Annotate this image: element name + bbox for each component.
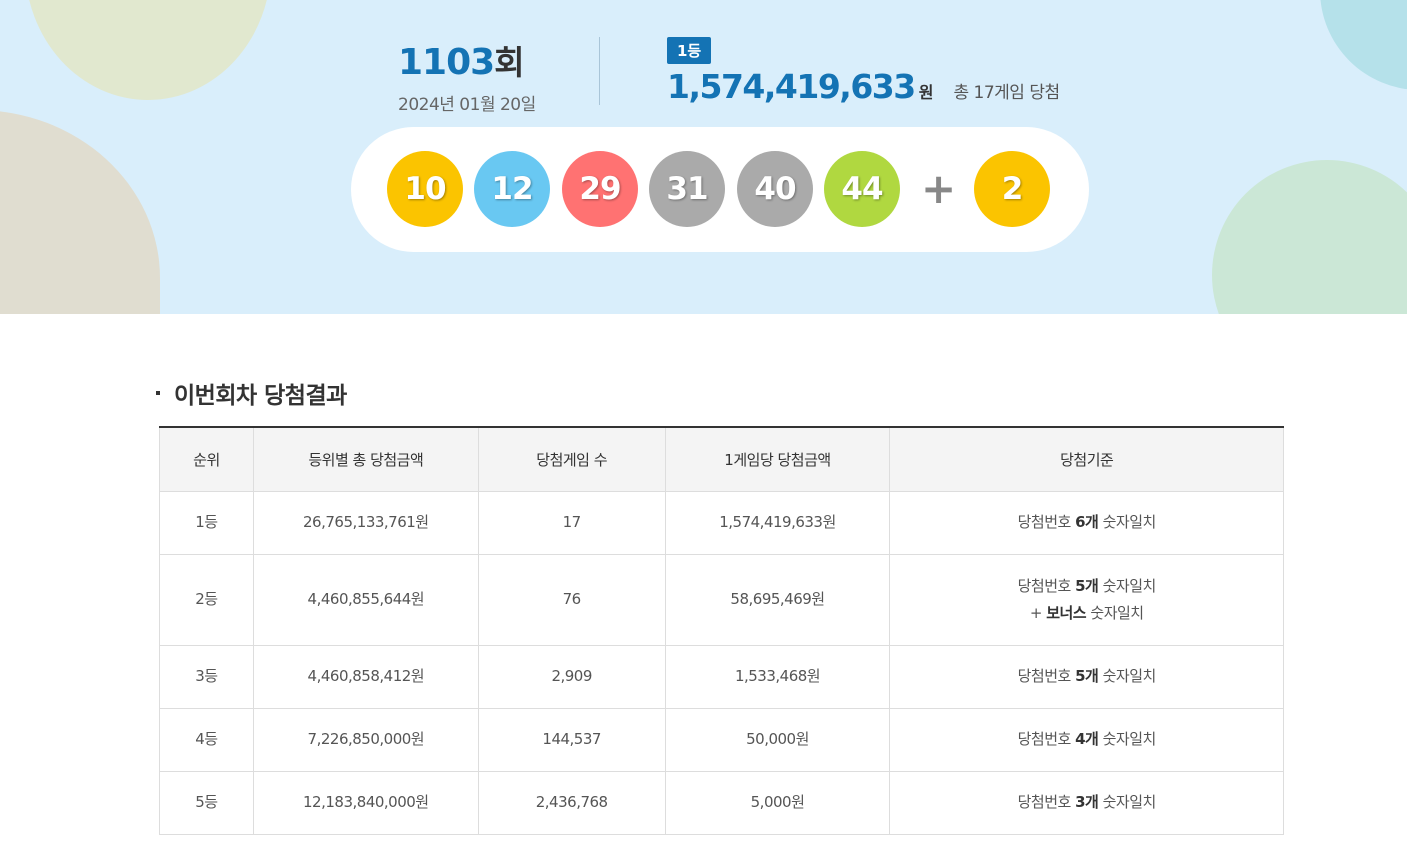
criteria-text: 숫자일치 <box>1102 667 1157 685</box>
decor-blob <box>0 110 160 314</box>
col-header-total-prize: 등위별 총 당첨금액 <box>252 427 479 492</box>
criteria-text: 숫자일치 <box>1090 603 1144 622</box>
decor-circle <box>1212 160 1407 314</box>
criteria-text: 숫자일치 <box>1102 793 1157 811</box>
draw-hero-banner: 1103 회 2024년 01월 20일 1등 1,574,419,633 원 … <box>0 0 1407 314</box>
decor-circle <box>25 0 271 100</box>
per-game-prize-cell: 1,533,468원 <box>664 644 891 709</box>
winning-games-cell: 17 <box>477 490 666 555</box>
criteria-cell: 당첨번호 5개 숫자일치 <box>889 644 1284 709</box>
first-prize-amount: 1,574,419,633 <box>667 67 916 106</box>
col-header-per-game-prize: 1게임당 당첨금액 <box>664 427 891 492</box>
divider <box>599 37 600 105</box>
total-prize-cell: 12,183,840,000원 <box>252 770 479 835</box>
per-game-prize-cell: 58,695,469원 <box>664 553 891 646</box>
per-game-prize-cell: 1,574,419,633원 <box>664 490 891 555</box>
col-header-winning-games: 당첨게임 수 <box>477 427 666 492</box>
table-row: 5등 12,183,840,000원 2,436,768 5,000원 당첨번호… <box>159 770 1284 835</box>
round-info: 1103 회 2024년 01월 20일 <box>398 36 536 115</box>
section-title: 이번회차 당첨결과 <box>156 376 347 410</box>
criteria-count: 4개 <box>1075 730 1099 748</box>
col-header-criteria: 당첨기준 <box>889 427 1284 492</box>
total-prize-cell: 4,460,858,412원 <box>252 644 479 709</box>
criteria-text: 당첨번호 <box>1017 730 1072 748</box>
winning-games-cell: 76 <box>477 553 666 646</box>
rank-cell: 4등 <box>159 707 254 772</box>
criteria-text: 숫자일치 <box>1102 576 1157 595</box>
rank-cell: 5등 <box>159 770 254 835</box>
criteria-text: 당첨번호 <box>1017 576 1072 595</box>
table-row: 4등 7,226,850,000원 144,537 50,000원 당첨번호 4… <box>159 707 1284 772</box>
criteria-cell: 당첨번호 5개 숫자일치 + 보너스 숫자일치 <box>889 553 1284 646</box>
col-header-rank: 순위 <box>159 427 254 492</box>
round-suffix: 회 <box>494 43 525 82</box>
winning-games-cell: 2,436,768 <box>477 770 666 835</box>
winning-ball: 10 <box>387 151 463 227</box>
criteria-count: 5개 <box>1075 576 1099 595</box>
first-prize-badge: 1등 <box>667 37 712 64</box>
rank-cell: 2등 <box>159 553 254 646</box>
first-prize-info: 1등 1,574,419,633 원 총 17게임 당첨 <box>667 37 1060 106</box>
bullet-icon <box>156 391 160 395</box>
winning-ball: 31 <box>649 151 725 227</box>
rank-cell: 3등 <box>159 644 254 709</box>
section-title-text: 이번회차 당첨결과 <box>174 383 347 409</box>
table-row: 2등 4,460,855,644원 76 58,695,469원 당첨번호 5개… <box>159 553 1284 646</box>
criteria-count: 6개 <box>1075 513 1099 531</box>
criteria-cell: 당첨번호 4개 숫자일치 <box>889 707 1284 772</box>
per-game-prize-cell: 5,000원 <box>664 770 891 835</box>
per-game-prize-cell: 50,000원 <box>664 707 891 772</box>
table-row: 3등 4,460,858,412원 2,909 1,533,468원 당첨번호 … <box>159 644 1284 709</box>
winning-numbers-panel: 10 12 29 31 40 44 + 2 <box>351 127 1089 252</box>
round-number: 1103 <box>398 42 495 83</box>
winning-ball: 44 <box>824 151 900 227</box>
winning-ball: 12 <box>474 151 550 227</box>
total-prize-cell: 7,226,850,000원 <box>252 707 479 772</box>
rank-cell: 1등 <box>159 490 254 555</box>
criteria-text: 당첨번호 <box>1017 513 1072 531</box>
criteria-text: 숫자일치 <box>1102 513 1157 531</box>
criteria-text: 숫자일치 <box>1102 730 1157 748</box>
first-prize-games: 총 17게임 당첨 <box>953 83 1060 103</box>
draw-date: 2024년 01월 20일 <box>398 95 536 115</box>
winning-games-cell: 144,537 <box>477 707 666 772</box>
winning-ball: 40 <box>737 151 813 227</box>
decor-circle <box>1320 0 1407 90</box>
criteria-bonus: 보너스 <box>1046 603 1087 622</box>
criteria-text: 당첨번호 <box>1017 793 1072 811</box>
plus-icon: + <box>921 164 957 213</box>
criteria-count: 5개 <box>1075 667 1099 685</box>
round-title: 1103 회 <box>398 36 536 84</box>
criteria-text: 당첨번호 <box>1017 667 1072 685</box>
first-prize-unit: 원 <box>918 83 934 102</box>
criteria-cell: 당첨번호 6개 숫자일치 <box>889 490 1284 555</box>
criteria-cell: 당첨번호 3개 숫자일치 <box>889 770 1284 835</box>
total-prize-cell: 4,460,855,644원 <box>252 553 479 646</box>
criteria-text: + <box>1029 603 1043 622</box>
prize-results-table: 순위 등위별 총 당첨금액 당첨게임 수 1게임당 당첨금액 당첨기준 1등 2… <box>159 426 1284 835</box>
bonus-ball: 2 <box>974 151 1050 227</box>
winning-ball: 29 <box>562 151 638 227</box>
total-prize-cell: 26,765,133,761원 <box>252 490 479 555</box>
winning-games-cell: 2,909 <box>477 644 666 709</box>
table-header-row: 순위 등위별 총 당첨금액 당첨게임 수 1게임당 당첨금액 당첨기준 <box>159 427 1284 492</box>
table-row: 1등 26,765,133,761원 17 1,574,419,633원 당첨번… <box>159 490 1284 555</box>
criteria-count: 3개 <box>1075 793 1099 811</box>
